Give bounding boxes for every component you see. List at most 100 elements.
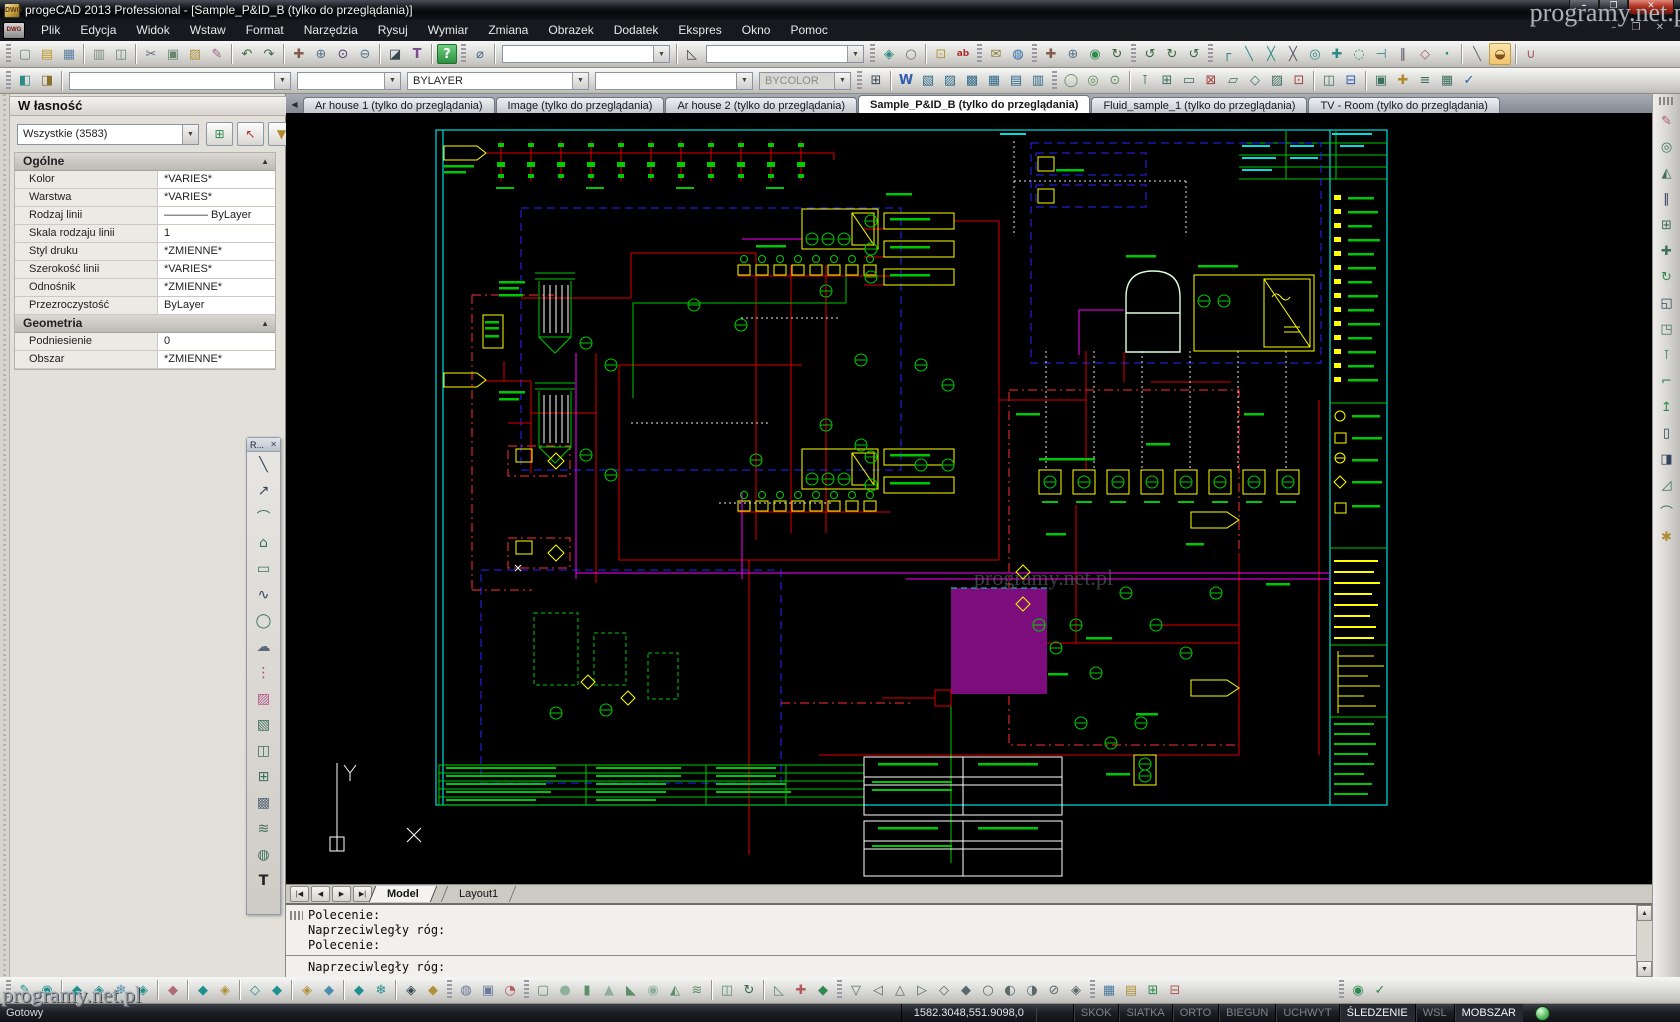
save-icon[interactable]: ▦ <box>59 44 79 64</box>
donut-icon[interactable]: ◎ <box>1083 71 1103 91</box>
status-indicator-icon[interactable] <box>1535 1006 1550 1021</box>
snap-nearest-icon[interactable]: ╲ <box>1239 44 1259 64</box>
snap-quadrant-icon[interactable]: ✚ <box>1327 44 1347 64</box>
panel-grip[interactable] <box>0 94 10 977</box>
erase-icon[interactable]: ✎ <box>1653 108 1680 134</box>
publish-web-icon[interactable]: ◍ <box>1008 44 1028 64</box>
arc-icon[interactable]: ⌒ <box>247 504 280 530</box>
layer-merge-icon[interactable]: ◆ <box>349 980 369 1000</box>
zoom-window-icon[interactable]: ⊙ <box>333 44 353 64</box>
revision-cloud-icon[interactable]: ☁ <box>247 634 280 660</box>
selection-filter-combo[interactable]: Wszystkie (3583) <box>17 124 199 145</box>
image-adjust-icon[interactable]: ▤ <box>1121 980 1141 1000</box>
snap-tangent-icon[interactable]: ◌ <box>1349 44 1369 64</box>
menu-item[interactable]: Edycja <box>70 20 126 41</box>
region-icon[interactable]: ◫ <box>717 980 737 1000</box>
collapse-icon[interactable]: ▲ <box>261 315 269 332</box>
layer-current-icon[interactable]: ◈ <box>297 980 317 1000</box>
3d-polyline-icon[interactable]: ≋ <box>247 816 280 842</box>
circle-icon[interactable]: ◯ <box>1061 71 1081 91</box>
image-frame-icon[interactable]: ⊟ <box>1165 980 1185 1000</box>
layer-restore-icon[interactable]: ◈ <box>401 980 421 1000</box>
surface-2d-icon[interactable]: ▽ <box>846 980 866 1000</box>
hatch-icon[interactable]: ▨ <box>1267 71 1287 91</box>
section-general[interactable]: Ogólne ▲ <box>15 153 275 171</box>
document-tab[interactable]: TV - Room (tylko do przeglądania) <box>1308 97 1500 113</box>
copy-icon[interactable]: ◎ <box>1653 134 1680 160</box>
snap-center-icon[interactable]: ◎ <box>1305 44 1325 64</box>
print-preview-icon[interactable]: ◫ <box>111 44 131 64</box>
rotate-icon[interactable]: ◇ <box>1245 71 1265 91</box>
property-value[interactable]: *ZMIENNE* <box>158 243 275 260</box>
cut-icon[interactable]: ✂ <box>141 44 161 64</box>
tab-scroll-left-icon[interactable]: ◀ <box>288 97 301 112</box>
image-attach-icon[interactable]: ▦ <box>1099 980 1119 1000</box>
layer-vpfreeze-icon[interactable]: ◆ <box>267 980 287 1000</box>
status-toggle[interactable]: ORTO <box>1172 1004 1218 1022</box>
surface-wedge-icon[interactable]: ▷ <box>912 980 932 1000</box>
group-icon[interactable]: ▣ <box>1371 71 1391 91</box>
drawing-canvas[interactable]: programy.net.pl <box>286 113 1652 884</box>
command-scrollbar[interactable]: ▲ ▼ <box>1636 905 1652 977</box>
array-icon[interactable]: ⊞ <box>1157 71 1177 91</box>
close-button[interactable]: ✕ <box>1628 0 1674 15</box>
menu-item[interactable]: Rysuj <box>368 20 418 41</box>
collapse-icon[interactable]: ▲ <box>261 153 269 170</box>
surface-pyramid-icon[interactable]: △ <box>890 980 910 1000</box>
region-icon[interactable]: ⊞ <box>247 764 280 790</box>
point-icon[interactable]: ⋮ <box>247 660 280 686</box>
solid-spring-icon[interactable]: ≋ <box>687 980 707 1000</box>
revolve-icon[interactable]: ↻ <box>739 980 759 1000</box>
view-se-iso-icon[interactable]: ▨ <box>940 71 960 91</box>
zoom-realtime-icon[interactable]: ⊕ <box>311 44 331 64</box>
layer-on-icon[interactable]: ◇ <box>245 980 265 1000</box>
parallelogram-icon[interactable]: ▱ <box>1223 71 1243 91</box>
array-icon[interactable]: ⊞ <box>1653 212 1680 238</box>
first-tab-button[interactable]: |◀ <box>290 886 309 902</box>
copy-entities-icon[interactable]: ◫ <box>1319 71 1339 91</box>
hatch-icon[interactable]: ▨ <box>247 686 280 712</box>
move-icon[interactable]: ✚ <box>1653 238 1680 264</box>
pan-icon[interactable]: ✚ <box>289 44 309 64</box>
new-icon[interactable]: ▢ <box>15 44 35 64</box>
layer-lock-icon[interactable]: ◆ <box>193 980 213 1000</box>
document-tab[interactable]: Ar house 2 (tylko do przeglądania) <box>665 97 857 113</box>
command-input[interactable]: Naprzeciwległy róg: <box>286 960 1637 975</box>
restore-button[interactable]: ❐ <box>1599 0 1628 15</box>
rt-rotate-y-icon[interactable]: ↻ <box>1162 44 1182 64</box>
join-icon[interactable]: ◨ <box>1653 446 1680 472</box>
color-combo[interactable] <box>297 72 401 90</box>
boundary-icon[interactable]: ◫ <box>247 738 280 764</box>
status-toggle[interactable]: WSL <box>1415 1004 1454 1022</box>
redo-icon[interactable]: ↷ <box>259 44 279 64</box>
status-toggle[interactable]: MOBSZAR <box>1454 1004 1523 1022</box>
stretch-icon[interactable]: ◳ <box>1653 316 1680 342</box>
menu-item[interactable]: Wymiar <box>418 20 479 41</box>
interfere-icon[interactable]: ◆ <box>813 980 833 1000</box>
explode-icon[interactable]: ⊟ <box>1341 71 1361 91</box>
menu-item[interactable]: Ekspres <box>668 20 731 41</box>
layout-tab[interactable]: Model <box>369 886 437 902</box>
extrude-icon[interactable]: ◺ <box>769 980 789 1000</box>
surface-mesh-icon[interactable]: ◆ <box>956 980 976 1000</box>
materials-icon[interactable]: ▣ <box>478 980 498 1000</box>
dimension-style-icon[interactable]: ◺ <box>682 44 702 64</box>
break-icon[interactable]: ▯ <box>1653 420 1680 446</box>
solid-torus-icon[interactable]: ◉ <box>643 980 663 1000</box>
menu-item[interactable]: Pomoc <box>780 20 837 41</box>
layer-freeze-icon[interactable]: ◆ <box>67 980 87 1000</box>
purge-icon[interactable]: ✚ <box>1393 71 1413 91</box>
menu-item[interactable]: Widok <box>126 20 179 41</box>
drawing-check-icon[interactable]: ✓ <box>1370 980 1390 1000</box>
snap-apparent-intersection-icon[interactable]: ╳ <box>1283 44 1303 64</box>
menu-item[interactable]: Okno <box>732 20 781 41</box>
menu-item[interactable]: Dodatek <box>604 20 669 41</box>
spline-icon[interactable]: ∿ <box>247 582 280 608</box>
line-icon[interactable]: ╲ <box>247 452 280 478</box>
view-sw-iso-icon[interactable]: ▧ <box>918 71 938 91</box>
layer-combo[interactable] <box>69 72 291 90</box>
circle-icon[interactable]: ◯ <box>247 608 280 634</box>
rectangle-icon[interactable]: ▭ <box>247 556 280 582</box>
palette-close-icon[interactable]: ✕ <box>270 440 277 449</box>
wcs-icon[interactable]: W <box>896 71 916 91</box>
